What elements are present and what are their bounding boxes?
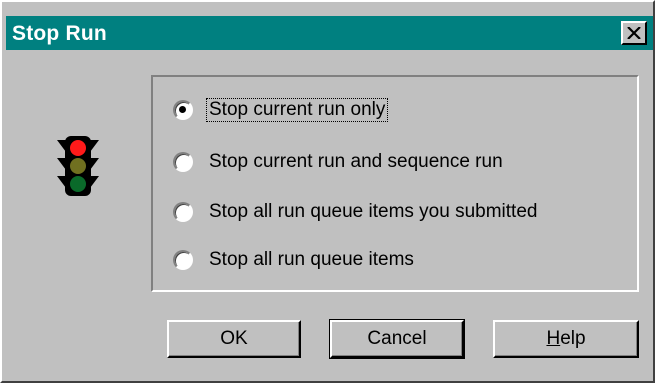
help-label-rest: elp — [560, 328, 586, 349]
help-button[interactable]: Help — [493, 320, 639, 358]
option-label[interactable]: Stop current run only — [205, 98, 389, 122]
option-label[interactable]: Stop current run and sequence run — [207, 151, 505, 173]
help-label: Help — [546, 328, 585, 350]
radio-button-checked[interactable] — [173, 100, 193, 120]
option-label[interactable]: Stop all run queue items — [207, 249, 416, 271]
option-stop-current-and-sequence[interactable]: Stop current run and sequence run — [173, 148, 505, 176]
stop-run-dialog: Stop Run Stop current run only Stop curr… — [0, 0, 655, 383]
cancel-button[interactable]: Cancel — [329, 319, 465, 359]
help-mnemonic: H — [546, 328, 561, 349]
option-label[interactable]: Stop all run queue items you submitted — [207, 201, 539, 223]
option-stop-all-submitted[interactable]: Stop all run queue items you submitted — [173, 198, 539, 226]
close-icon — [627, 27, 641, 39]
ok-button[interactable]: OK — [167, 320, 301, 358]
stop-options-group: Stop current run only Stop current run a… — [151, 75, 639, 292]
ok-label: OK — [220, 328, 248, 349]
option-stop-current-run-only[interactable]: Stop current run only — [173, 96, 389, 124]
close-button[interactable] — [621, 21, 647, 45]
traffic-light-icon — [55, 136, 101, 203]
cancel-label: Cancel — [367, 328, 427, 349]
radio-button[interactable] — [173, 250, 193, 270]
dialog-title: Stop Run — [12, 22, 107, 45]
title-bar[interactable]: Stop Run — [6, 16, 653, 50]
option-stop-all-queue-items[interactable]: Stop all run queue items — [173, 246, 416, 274]
radio-button[interactable] — [173, 202, 193, 222]
radio-button[interactable] — [173, 152, 193, 172]
